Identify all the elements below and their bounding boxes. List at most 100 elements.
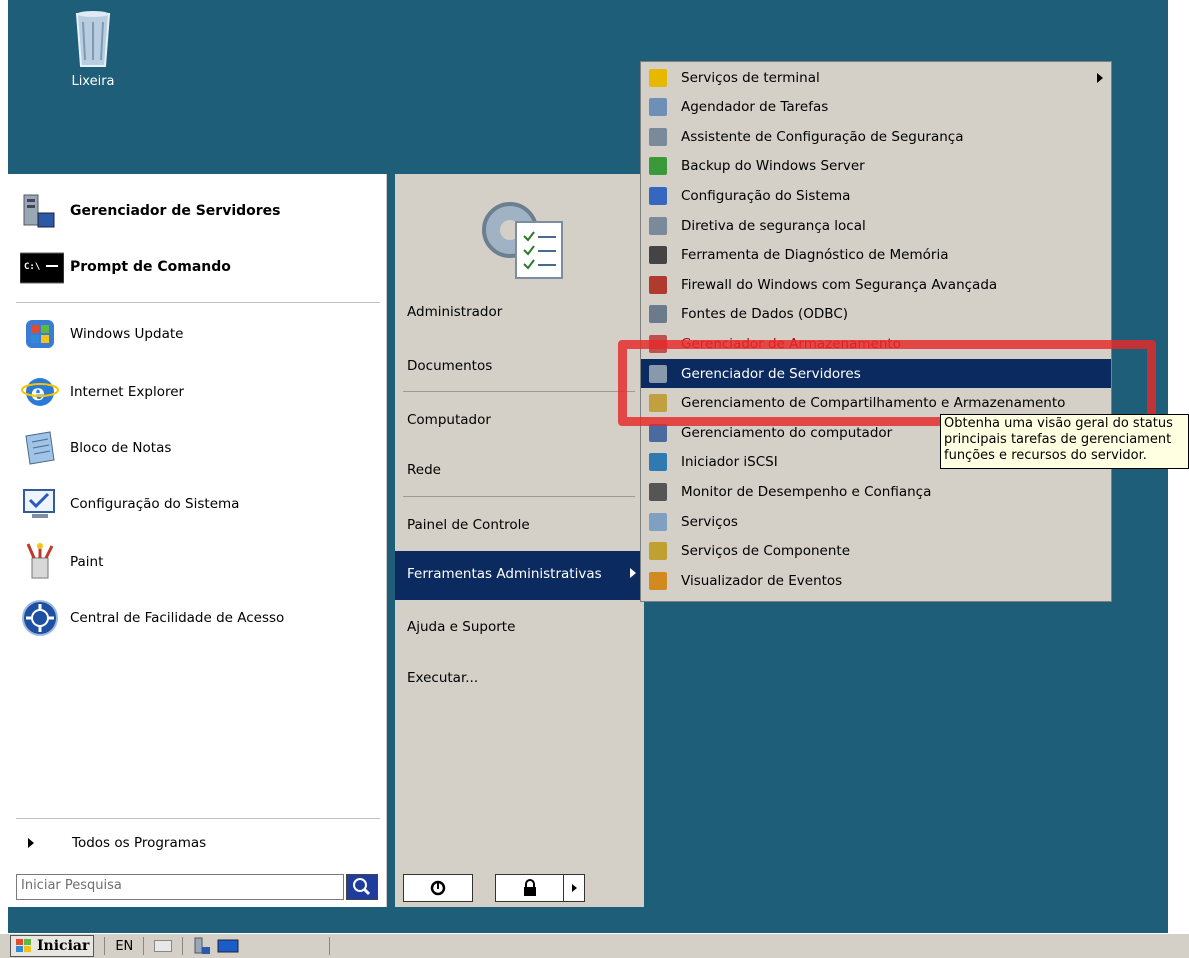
submenu-item[interactable]: Configuração do Sistema [641, 181, 1111, 210]
submenu-item[interactable]: Diretiva de segurança local [641, 211, 1111, 240]
taskbar-divider [182, 937, 184, 955]
recent-system-config[interactable]: Configuração do Sistema [20, 480, 239, 528]
right-item-admin-tools[interactable]: Ferramentas Administrativas [395, 551, 644, 600]
recent-label: Configuração do Sistema [70, 496, 240, 512]
submenu-item[interactable]: Serviços de terminal [641, 63, 1111, 92]
language-indicator[interactable]: EN [115, 939, 133, 954]
admin-tools-submenu: Serviços de terminal Agendador de Tarefas… [640, 61, 1112, 602]
power-options-button[interactable] [563, 874, 585, 902]
keyboard-icon[interactable] [154, 940, 173, 952]
submenu-item-label: Configuração do Sistema [681, 187, 851, 204]
submenu-item-label: Gerenciamento do computador [681, 424, 893, 441]
backup-icon [649, 157, 667, 176]
right-item-label: Ajuda e Suporte [407, 619, 516, 635]
submenu-item[interactable]: Monitor de Desempenho e Confiança [641, 477, 1111, 506]
start-menu: Gerenciador de Servidores C:\ Prompt de … [8, 174, 644, 907]
internet-explorer-icon: e [20, 372, 60, 412]
right-item-network[interactable]: Rede [407, 452, 441, 488]
chevron-right-icon [28, 838, 34, 848]
right-item-label: Administrador [407, 304, 503, 320]
start-label: Iniciar [37, 938, 90, 954]
submenu-item[interactable]: Serviços [641, 507, 1111, 536]
recent-windows-update[interactable]: Windows Update [20, 310, 183, 358]
submenu-item-label: Serviços [681, 513, 738, 530]
tooltip-line: Obtenha uma visão geral do status [944, 416, 1173, 431]
submenu-item[interactable]: Visualizador de Eventos [641, 566, 1111, 595]
user-picture [470, 182, 570, 282]
recent-internet-explorer[interactable]: e Internet Explorer [20, 368, 184, 416]
right-item-documents[interactable]: Documentos [407, 348, 492, 384]
tooltip: Obtenha uma visão geral do status princi… [940, 414, 1189, 469]
submenu-item-label: Visualizador de Eventos [681, 572, 843, 589]
command-prompt-icon: C:\ [19, 247, 65, 287]
submenu-item-label: Fontes de Dados (ODBC) [681, 306, 849, 323]
taskbar-divider [104, 937, 106, 955]
submenu-item[interactable]: Firewall do Windows com Segurança Avança… [641, 270, 1111, 299]
server-manager-quicklaunch-icon[interactable] [193, 937, 211, 955]
right-item-label: Painel de Controle [407, 517, 530, 533]
search-placeholder: Iniciar Pesquisa [21, 878, 122, 893]
right-item-label: Ferramentas Administrativas [407, 566, 602, 582]
security-wizard-icon [649, 127, 667, 146]
search-input[interactable]: Iniciar Pesquisa [16, 874, 344, 900]
submenu-item[interactable]: Serviços de Componente [641, 537, 1111, 566]
lock-icon [524, 879, 536, 896]
tooltip-line: principais tarefas de gerenciament [944, 432, 1172, 447]
recycle-bin-label: Lixeira [71, 74, 115, 89]
pinned-server-manager[interactable]: Gerenciador de Servidores [20, 188, 281, 234]
submenu-item-label: Serviços de Componente [681, 543, 851, 560]
screen: Lixeira Gerenciador de Servidores C:\ Pr… [0, 0, 1189, 958]
submenu-item-label: Backup do Windows Server [681, 158, 865, 175]
show-desktop-icon[interactable] [217, 937, 239, 955]
recycle-bin-shortcut[interactable]: Lixeira [58, 8, 128, 89]
all-programs-button[interactable]: Todos os Programas [20, 828, 206, 858]
recent-notepad[interactable]: Bloco de Notas [20, 424, 171, 472]
right-item-label: Computador [407, 412, 491, 428]
computer-management-icon [649, 423, 667, 442]
submenu-item-label: Firewall do Windows com Segurança Avança… [681, 276, 998, 293]
right-item-control-panel[interactable]: Painel de Controle [407, 507, 530, 543]
recycle-bin-icon [73, 8, 113, 68]
start-button[interactable]: Iniciar [10, 935, 95, 957]
firewall-icon [649, 275, 667, 294]
right-item-user[interactable]: Administrador [407, 294, 502, 330]
server-manager-icon [20, 191, 60, 231]
system-config-icon [649, 186, 667, 205]
search-button[interactable] [346, 874, 378, 900]
recent-label: Central de Facilidade de Acesso [70, 610, 285, 626]
recent-paint[interactable]: Paint [20, 538, 103, 586]
submenu-item[interactable]: Agendador de Tarefas [641, 93, 1111, 122]
submenu-item-label: Assistente de Configuração de Segurança [681, 128, 964, 145]
right-item-computer[interactable]: Computador [407, 402, 491, 438]
chevron-right-icon [630, 568, 636, 578]
shutdown-button[interactable] [403, 874, 473, 902]
ease-of-access-icon [20, 598, 60, 638]
recent-ease-of-access[interactable]: Central de Facilidade de Acesso [20, 594, 284, 642]
search-icon [353, 878, 371, 896]
pinned-command-prompt[interactable]: C:\ Prompt de Comando [19, 244, 231, 290]
recent-label: Bloco de Notas [70, 440, 172, 456]
left-separator [16, 818, 380, 819]
submenu-item[interactable]: Ferramenta de Diagnóstico de Memória [641, 241, 1111, 270]
performance-icon [649, 482, 667, 501]
submenu-item[interactable]: Assistente de Configuração de Segurança [641, 122, 1111, 151]
svg-text:C:\: C:\ [24, 262, 40, 272]
chevron-right-icon [571, 884, 577, 892]
windows-update-icon [20, 314, 60, 354]
services-icon [649, 512, 667, 531]
lock-button[interactable] [495, 874, 565, 902]
component-services-icon [649, 542, 667, 561]
folder-icon [649, 68, 667, 87]
right-item-label: Rede [407, 462, 441, 478]
submenu-item[interactable]: Backup do Windows Server [641, 152, 1111, 181]
taskbar: Iniciar EN [0, 933, 1189, 958]
right-item-help[interactable]: Ajuda e Suporte [407, 609, 515, 645]
submenu-item-label: Serviços de terminal [681, 69, 820, 86]
power-icon [430, 880, 446, 896]
submenu-item-label: Iniciador iSCSI [681, 454, 778, 471]
chevron-right-icon [1097, 73, 1103, 83]
recent-label: Internet Explorer [70, 384, 185, 400]
notepad-icon [20, 428, 60, 468]
submenu-item[interactable]: Fontes de Dados (ODBC) [641, 300, 1111, 329]
right-item-run[interactable]: Executar... [407, 660, 478, 696]
